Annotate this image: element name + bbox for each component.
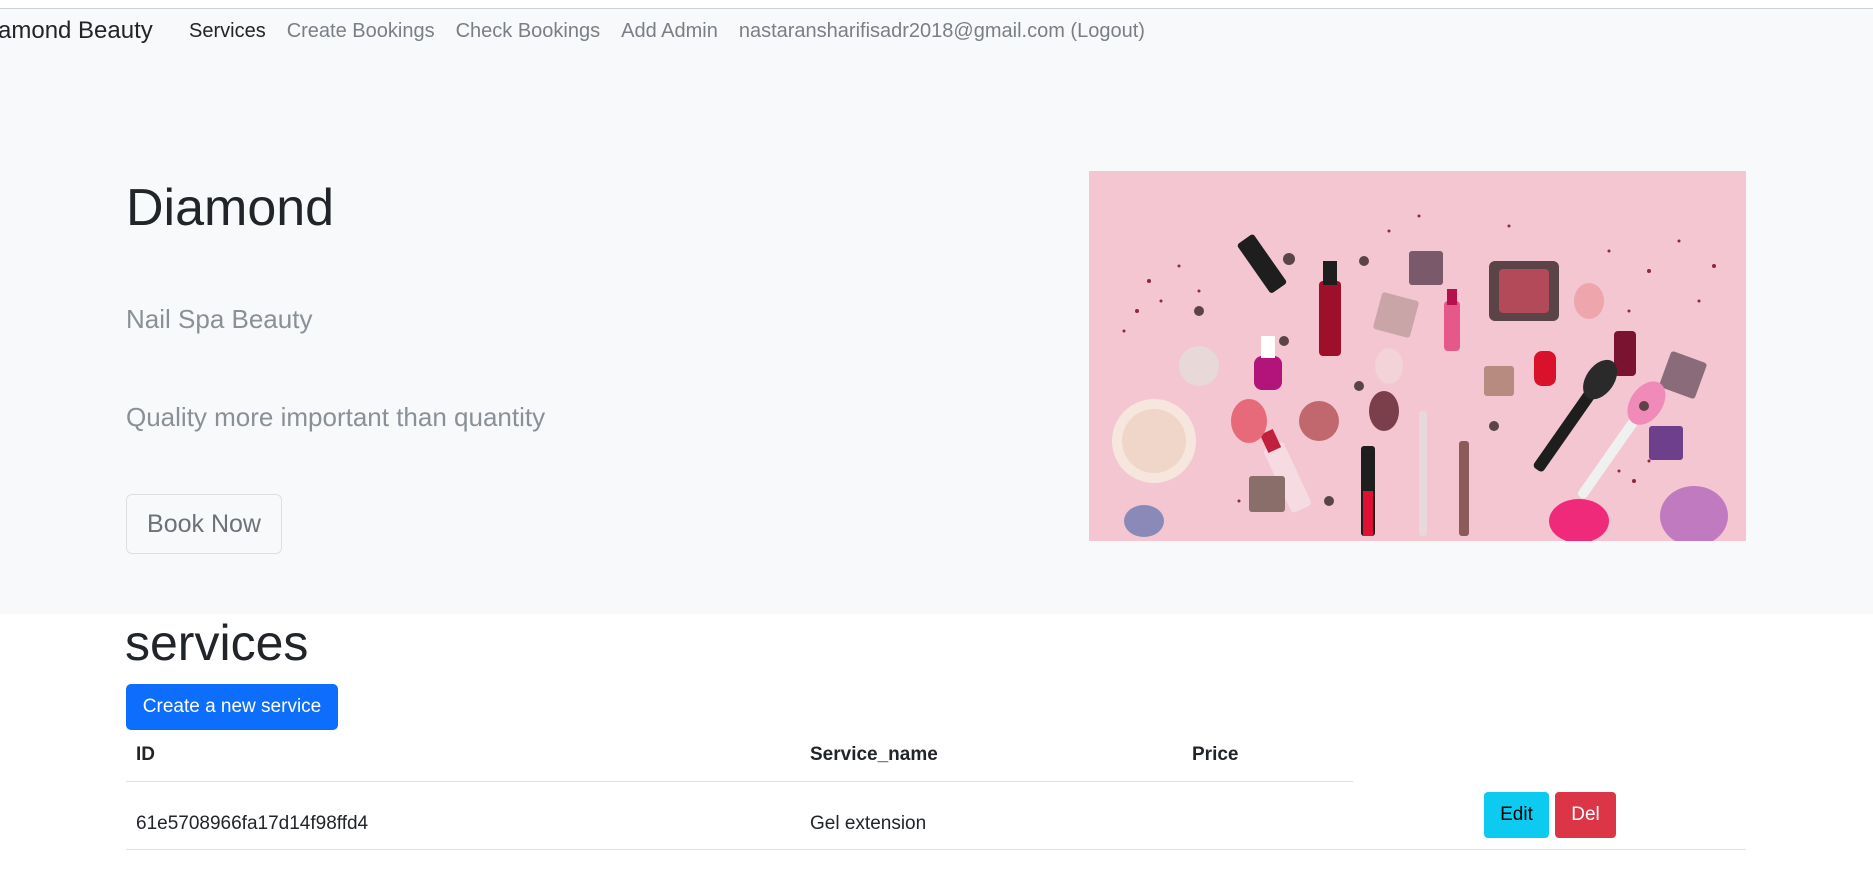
browser-top-edge (0, 0, 1873, 9)
table-header-divider (126, 781, 1353, 782)
create-service-button[interactable]: Create a new service (126, 684, 338, 730)
hero-title: Diamond (126, 179, 335, 237)
book-now-button[interactable]: Book Now (126, 494, 282, 554)
hero-cosmetics-image (1089, 171, 1746, 541)
table-header-price: Price (1192, 744, 1239, 765)
navbar-brand[interactable]: amond Beauty (0, 17, 153, 45)
nav-link-add-admin[interactable]: Add Admin (621, 20, 718, 43)
nav-link-check-bookings[interactable]: Check Bookings (456, 20, 601, 43)
hero-tagline: Quality more important than quantity (126, 402, 546, 432)
table-row-divider (126, 849, 1746, 850)
table-header-id: ID (136, 744, 155, 765)
hero-subtitle: Nail Spa Beauty (126, 304, 313, 334)
nav-link-create-bookings[interactable]: Create Bookings (287, 20, 435, 43)
delete-button[interactable]: Del (1555, 792, 1616, 838)
cell-service-name: Gel extension (810, 813, 927, 834)
edit-button[interactable]: Edit (1484, 792, 1549, 838)
nav-link-logout[interactable]: nastaransharifisadr2018@gmail.com (Logou… (739, 20, 1145, 43)
services-heading: services (125, 615, 309, 671)
nav-link-services[interactable]: Services (189, 20, 266, 43)
navbar-links: Services Create Bookings Check Bookings … (189, 20, 1166, 43)
cell-id: 61e5708966fa17d14f98ffd4 (136, 813, 369, 834)
table-header-service-name: Service_name (810, 744, 938, 765)
